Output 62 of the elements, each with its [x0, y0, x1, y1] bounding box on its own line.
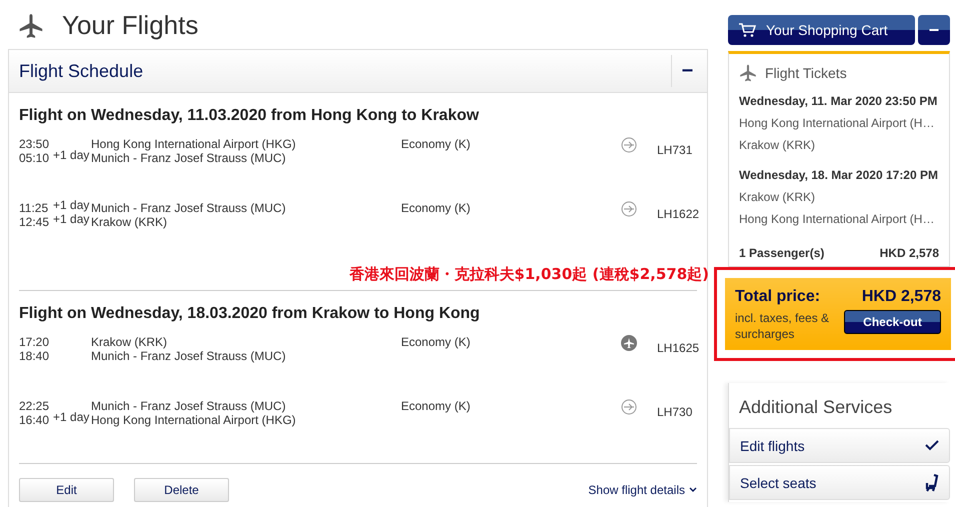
leg-origin: Krakow (KRK) — [739, 190, 816, 204]
arrival-time: 16:40 — [19, 413, 50, 427]
leg-destination: Hong Kong International Airport (H… — [739, 212, 936, 226]
details-link[interactable]: Show flight details — [588, 483, 685, 497]
departure-time: 11:25 — [19, 201, 50, 215]
subtotal: HKD 2,578 — [880, 246, 939, 260]
departure-airport: Krakow (KRK) — [91, 335, 168, 349]
leg-destination: Krakow (KRK) — [739, 138, 816, 152]
flight-number: LH1622 — [657, 207, 700, 221]
panel-title: Flight Schedule — [19, 60, 144, 82]
day-offset: +1 day — [53, 410, 90, 424]
day-offset: +1 day — [53, 212, 90, 226]
total-label: Total price: — [735, 288, 822, 306]
flight-number: LH1625 — [657, 341, 700, 355]
price-note: incl. taxes, fees & surcharges — [735, 310, 830, 342]
leg-origin: Hong Kong International Airport (H… — [739, 116, 936, 130]
plane-icon — [18, 12, 44, 38]
service-item[interactable]: Select seats — [729, 465, 950, 500]
plane-logo-icon — [621, 335, 637, 351]
departure-airport: Hong Kong International Airport (HKG) — [91, 137, 297, 151]
delete-button[interactable]: Delete — [134, 478, 229, 502]
arrival-time: 18:40 — [19, 349, 50, 363]
section-title: Flight Tickets — [765, 65, 847, 81]
flight-heading: Flight on Wednesday, 18.03.2020 from Krakow to Hong Kong — [19, 305, 481, 323]
collapse-button[interactable]: − — [918, 15, 950, 45]
leg-date: Wednesday, 18. Mar 2020 17:20 PM — [739, 168, 939, 182]
total-amount: HKD 2,578 — [860, 288, 941, 306]
arrival-airport: Munich - Franz Josef Strauss (MUC) — [91, 151, 287, 165]
departure-airport: Munich - Franz Josef Strauss (MUC) — [91, 399, 287, 413]
day-offset: +1 day — [53, 198, 90, 212]
service-item[interactable]: Edit flights — [729, 428, 950, 463]
cabin-class: Economy (K) — [401, 201, 470, 215]
price-annotation: 香港來回波蘭・克拉科夫$1,030起 (連稅$2,578起) — [349, 265, 709, 283]
plane-icon — [739, 64, 757, 82]
shopping-cart-button[interactable]: Your Shopping Cart — [728, 15, 915, 45]
departure-airport: Munich - Franz Josef Strauss (MUC) — [91, 201, 287, 215]
arrival-airport: Krakow (KRK) — [91, 215, 168, 229]
flight-heading: Flight on Wednesday, 11.03.2020 from Hong Kong to Krakow — [19, 107, 480, 125]
seat-icon — [925, 474, 939, 492]
collapse-button[interactable]: − — [671, 55, 703, 87]
day-offset: +1 day — [53, 148, 90, 162]
arrival-airport: Hong Kong International Airport (HKG) — [91, 413, 297, 427]
cabin-class: Economy (K) — [401, 399, 470, 413]
flight-number: LH730 — [657, 405, 692, 419]
passenger-count: 1 Passenger(s) — [739, 246, 824, 260]
page-title: Your Flights — [62, 10, 198, 41]
cabin-class: Economy (K) — [401, 137, 470, 151]
chevron-icon — [689, 487, 697, 493]
arrival-airport: Munich - Franz Josef Strauss (MUC) — [91, 349, 287, 363]
cart-icon — [738, 22, 756, 38]
arrival-time: 12:45 — [19, 215, 50, 229]
departure-time: 23:50 — [19, 137, 50, 151]
departure-time: 22:25 — [19, 399, 50, 413]
leg-date: Wednesday, 11. Mar 2020 23:50 PM — [739, 94, 938, 108]
check-icon — [925, 440, 939, 451]
flight-number: LH731 — [657, 143, 692, 157]
arrival-time: 05:10 — [19, 151, 50, 165]
edit-button[interactable]: Edit — [19, 478, 114, 502]
cabin-class: Economy (K) — [401, 335, 470, 349]
departure-time: 17:20 — [19, 335, 50, 349]
checkout-button[interactable]: Check-out — [844, 310, 941, 334]
services-title: Additional Services — [738, 396, 894, 419]
